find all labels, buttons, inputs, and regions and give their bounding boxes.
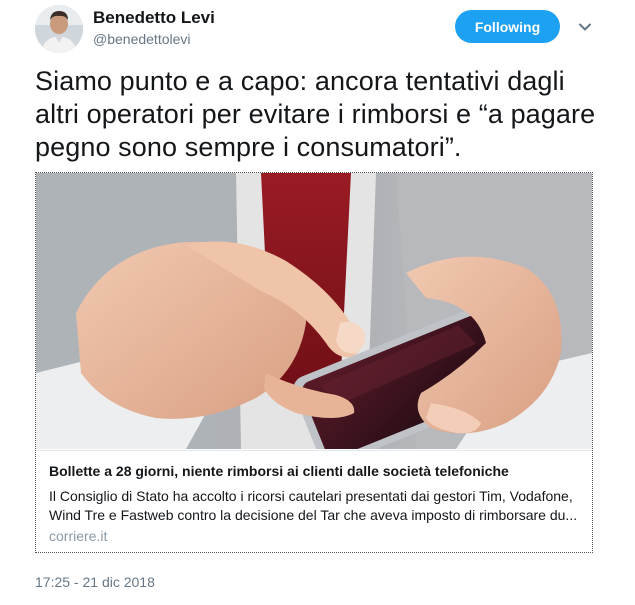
avatar[interactable]	[35, 5, 83, 53]
card-title[interactable]: Bollette a 28 giorni, niente rimborsi ai…	[49, 463, 579, 479]
user-name[interactable]: Benedetto Levi	[93, 8, 215, 28]
user-handle[interactable]: @benedettolevi	[93, 31, 191, 47]
following-button[interactable]: Following	[455, 10, 560, 43]
hands-holding-smartphone-photo	[36, 173, 592, 466]
tweet-text: Siamo punto e a capo: ancora tentativi d…	[35, 66, 596, 162]
card-image[interactable]	[36, 173, 592, 466]
link-card[interactable]: Bollette a 28 giorni, niente rimborsi ai…	[35, 172, 593, 553]
tweet-timestamp[interactable]: 17:25 - 21 dic 2018	[35, 574, 155, 590]
card-body[interactable]: Bollette a 28 giorni, niente rimborsi ai…	[36, 450, 592, 552]
tweet: Benedetto Levi @benedettolevi Following …	[0, 0, 635, 605]
card-description: Il Consiglio di Stato ha accolto i ricor…	[49, 488, 578, 523]
avatar-photo	[35, 5, 83, 53]
card-domain[interactable]: corriere.it	[49, 528, 107, 544]
chevron-down-icon[interactable]	[576, 18, 594, 36]
